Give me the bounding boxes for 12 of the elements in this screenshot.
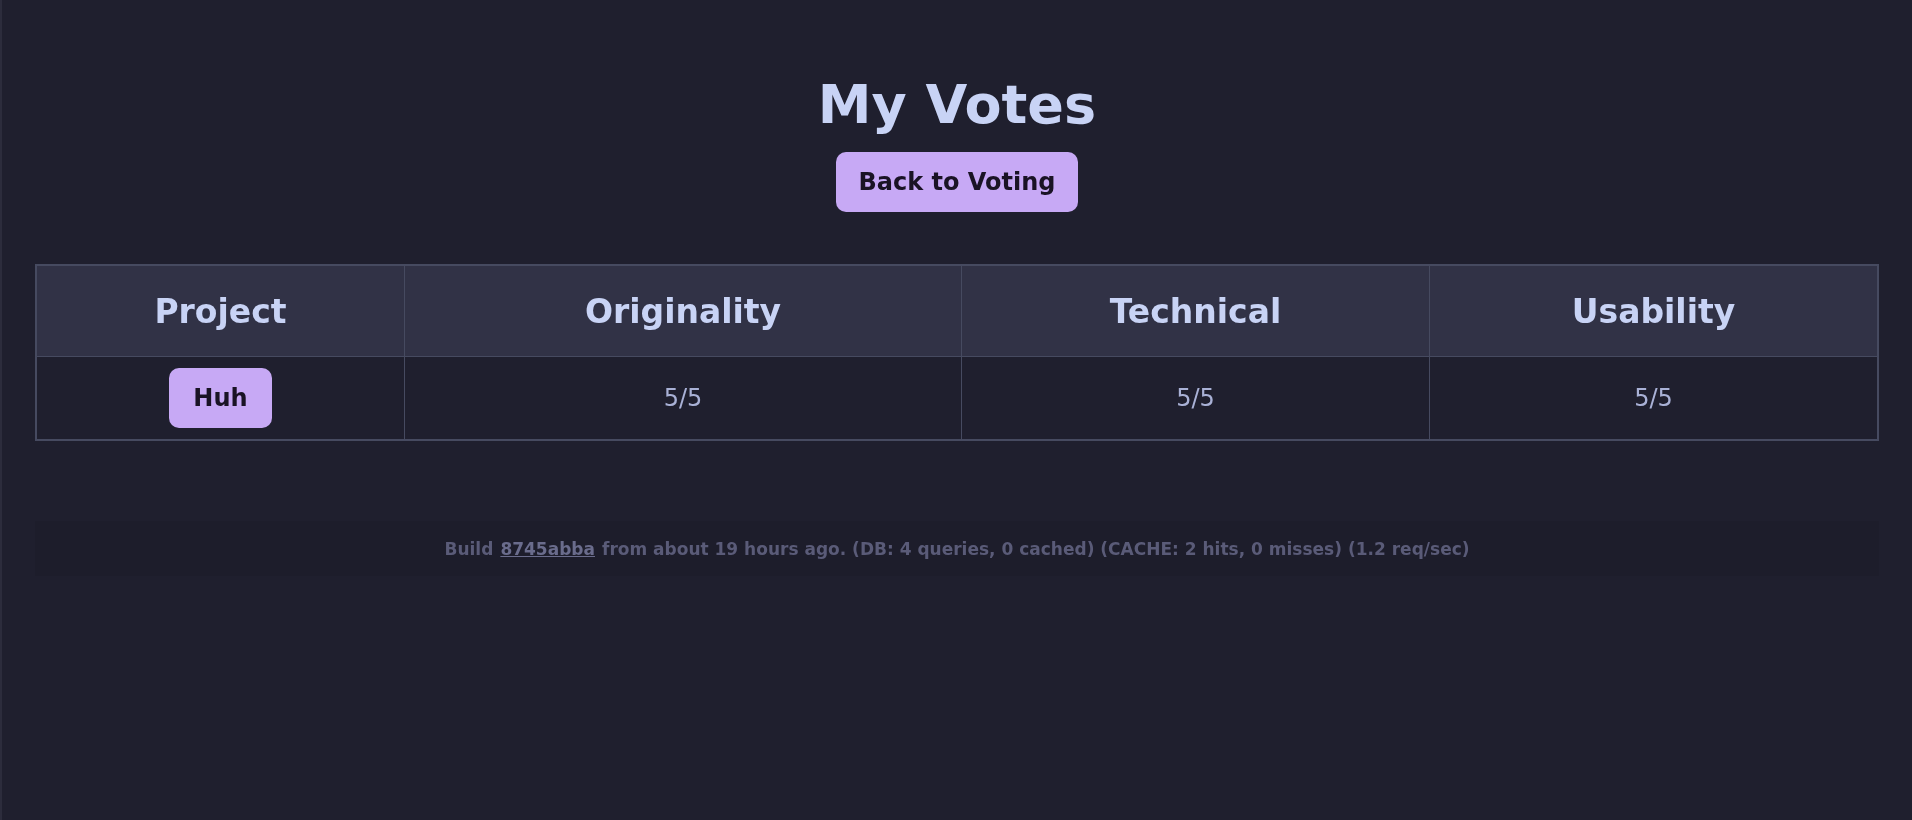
build-label: Build xyxy=(444,538,494,559)
column-header: Technical xyxy=(961,266,1429,356)
column-header: Usability xyxy=(1429,266,1877,356)
score-cell: 5/5 xyxy=(961,357,1429,439)
page-title: My Votes xyxy=(817,72,1097,138)
project-button[interactable]: Huh xyxy=(169,368,272,428)
column-header: Originality xyxy=(404,266,961,356)
score-cell: 5/5 xyxy=(1429,357,1877,439)
score-cell: 5/5 xyxy=(404,357,961,439)
column-header: Project xyxy=(153,290,288,333)
back-to-voting-button[interactable]: Back to Voting xyxy=(836,152,1078,212)
build-info-text: from about 19 hours ago. (DB: 4 queries, 0 cached) (CACHE: 2 hits, 0 misses) (1.2 req/sec) xyxy=(602,538,1470,559)
